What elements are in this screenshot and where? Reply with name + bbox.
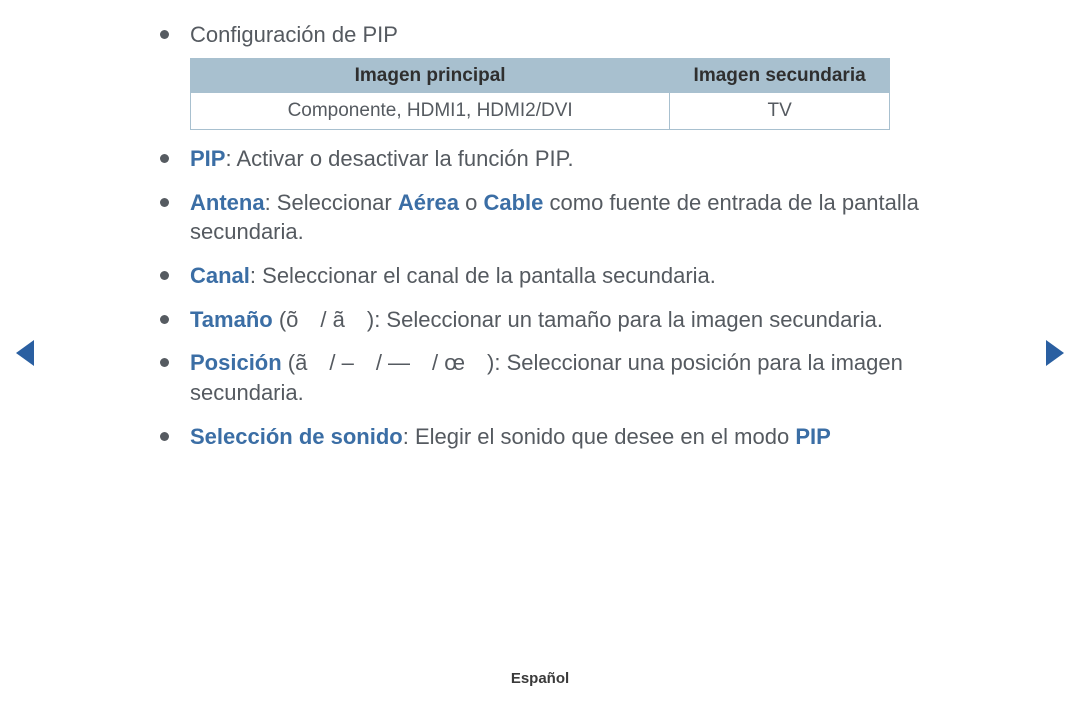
next-page-arrow[interactable] xyxy=(1044,338,1066,368)
triangle-left-icon xyxy=(14,338,36,368)
bullet-tamano: Tamaño (õ / ã ): Seleccionar un tamaño p… xyxy=(160,305,1000,335)
bullet-title: Configuración de PIP Imagen principal Im… xyxy=(160,20,1000,130)
bullet-posicion: Posición (ã / – / — / œ ): Seleccionar u… xyxy=(160,348,1000,407)
antena-opt2: Cable xyxy=(483,190,543,215)
th-imagen-principal: Imagen principal xyxy=(191,58,670,94)
bullet-pip: PIP: Activar o desactivar la función PIP… xyxy=(160,144,1000,174)
desc-canal: : Seleccionar el canal de la pantalla se… xyxy=(250,263,716,288)
mode-sonido: PIP xyxy=(795,424,830,449)
table-header-row: Imagen principal Imagen secundaria xyxy=(191,58,890,94)
title-text: Configuración de PIP xyxy=(190,22,398,47)
th-imagen-secundaria: Imagen secundaria xyxy=(670,58,890,94)
prev-page-arrow[interactable] xyxy=(14,338,36,368)
antena-pre: : Seleccionar xyxy=(265,190,398,215)
pip-table: Imagen principal Imagen secundaria Compo… xyxy=(190,58,890,130)
label-posicion: Posición xyxy=(190,350,282,375)
td-principal: Componente, HDMI1, HDMI2/DVI xyxy=(191,93,670,129)
symbols-tamano: (õ / ã ) xyxy=(273,307,374,332)
triangle-right-icon xyxy=(1044,338,1066,368)
label-pip: PIP xyxy=(190,146,225,171)
bullet-antena: Antena: Seleccionar Aérea o Cable como f… xyxy=(160,188,1000,247)
label-canal: Canal xyxy=(190,263,250,288)
symbols-posicion: (ã / – / — / œ ) xyxy=(282,350,495,375)
label-tamano: Tamaño xyxy=(190,307,273,332)
label-antena: Antena xyxy=(190,190,265,215)
desc-sonido: : Elegir el sonido que desee en el modo xyxy=(403,424,796,449)
td-secundaria: TV xyxy=(670,93,890,129)
table-row: Componente, HDMI1, HDMI2/DVI TV xyxy=(191,93,890,129)
bullet-canal: Canal: Seleccionar el canal de la pantal… xyxy=(160,261,1000,291)
bullet-sonido: Selección de sonido: Elegir el sonido qu… xyxy=(160,422,1000,452)
desc-pip: : Activar o desactivar la función PIP. xyxy=(225,146,573,171)
desc-tamano: : Seleccionar un tamaño para la imagen s… xyxy=(374,307,883,332)
footer-language: Español xyxy=(0,669,1080,689)
label-sonido: Selección de sonido xyxy=(190,424,403,449)
antena-mid: o xyxy=(459,190,483,215)
antena-opt1: Aérea xyxy=(398,190,459,215)
